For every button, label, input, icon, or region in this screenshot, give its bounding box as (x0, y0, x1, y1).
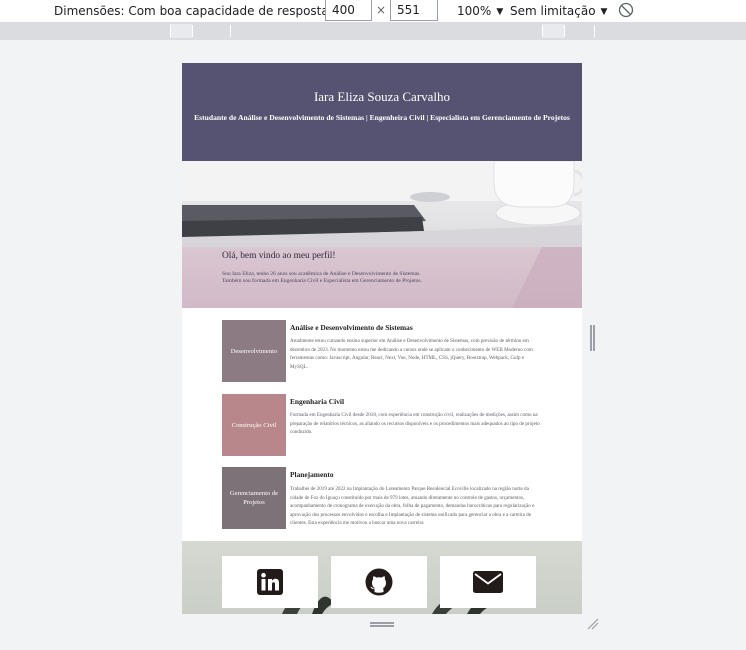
resize-handle-right[interactable] (590, 325, 595, 351)
bottom-resize-area (182, 614, 600, 634)
linkedin-icon (257, 569, 283, 595)
profile-header: Iara Eliza Souza Carvalho Estudante de A… (182, 63, 582, 161)
card-text: Atualmente estou cursando ensino superio… (290, 338, 533, 370)
times-icon: × (376, 3, 387, 17)
resize-handle-bottom[interactable] (370, 622, 394, 627)
card-image-construction: Construção Civil (222, 394, 286, 456)
github-link[interactable] (331, 556, 427, 608)
card-text: Formada em Engenharia Civil desde 2018, … (290, 412, 540, 436)
card-title: Análise e Desenvolvimento de Sistemas (290, 323, 413, 332)
intro-title: Olá, bem vindo ao meu perfil! (222, 251, 336, 261)
throttling-dropdown[interactable]: Sem limitação ▼ (510, 3, 607, 19)
card-text: Trabalhei de 2019 até 2022 na Implantaçã… (290, 486, 535, 527)
emulated-viewport: Iara Eliza Souza Carvalho Estudante de A… (182, 63, 582, 614)
hero-banner: Olá, bem vindo ao meu perfil! Sou Iara E… (182, 161, 582, 308)
chevron-down-icon: ▼ (496, 7, 504, 17)
rotate-icon[interactable] (618, 2, 634, 18)
laptop-coffee-photo (182, 161, 582, 308)
zoom-label: 100% (457, 4, 492, 18)
social-footer (182, 541, 582, 614)
github-icon (365, 568, 393, 596)
experience-section: Desenvolvimento Análise e Desenvolviment… (182, 308, 582, 541)
card-title: Engenharia Civil (290, 397, 345, 406)
profile-subtitle: Estudante de Análise e Desenvolvimento d… (194, 113, 570, 122)
throttling-label: Sem limitação (510, 4, 596, 18)
profile-name: Iara Eliza Souza Carvalho (313, 89, 451, 104)
card-image-development: Desenvolvimento (222, 320, 286, 382)
device-toolbar: Dimensões: Com boa capacidade de respost… (0, 0, 746, 22)
email-link[interactable] (440, 556, 536, 608)
linkedin-link[interactable] (222, 556, 318, 608)
email-icon (473, 571, 503, 593)
card-image-management: Gerenciamento de Projetos (222, 467, 286, 529)
chevron-down-icon: ▼ (600, 7, 608, 17)
resize-corner-icon[interactable] (587, 618, 599, 630)
zoom-dropdown[interactable]: 100% ▼ (457, 3, 503, 19)
media-query-bar[interactable] (0, 22, 746, 40)
card-title: Planejamento (290, 470, 334, 479)
dimensions-label: Dimensões: Com boa capacidade de respost… (54, 4, 329, 18)
intro-text: Sou Iara Eliza, tenho 26 anos sou acadêm… (222, 271, 422, 284)
dimensions-dropdown[interactable]: Dimensões: Com boa capacidade de respost… (54, 3, 341, 19)
height-input[interactable] (390, 0, 438, 21)
width-input[interactable] (325, 0, 372, 21)
